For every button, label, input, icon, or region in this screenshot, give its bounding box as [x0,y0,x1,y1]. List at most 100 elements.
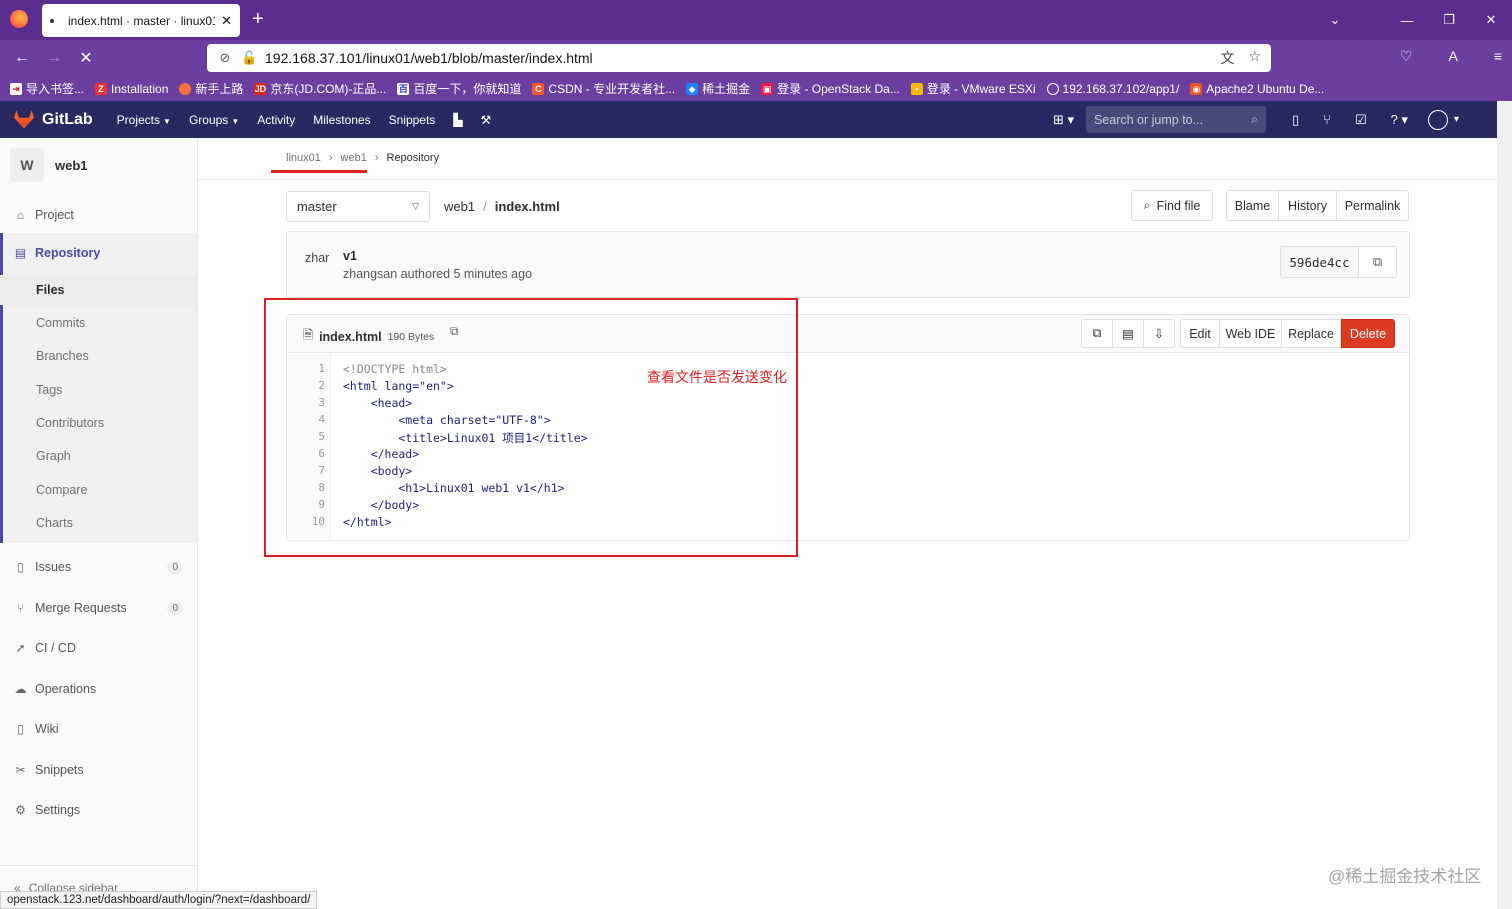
bookmark-item[interactable]: 百百度一下，你就知道 [397,80,521,97]
branch-dropdown[interactable]: master ▽ [286,191,430,222]
sidebar-sub-commits[interactable]: Commits [0,308,197,338]
breadcrumb-linux01[interactable]: linux01 [286,152,321,164]
plus-square-icon[interactable]: ⊞ ▾ [1053,112,1074,128]
ubuntu-icon: ◉ [1190,82,1203,95]
browser-tab[interactable]: index.html · master · linux01 / ✕ [42,4,240,37]
menu-milestones[interactable]: Milestones [313,113,370,127]
close-tab-icon[interactable]: ✕ [221,13,232,29]
project-name: web1 [55,157,88,173]
find-file-button[interactable]: ⌕ Find file [1131,190,1213,221]
stop-icon[interactable]: ✕ [70,48,102,68]
gitlab-brand: GitLab [42,110,93,128]
chart-icon[interactable]: ▙ [453,113,462,127]
firefox-logo-icon [10,10,28,28]
sidebar-item-operations[interactable]: ☁ Operations [0,674,197,704]
issues-icon[interactable]: ▯ [1292,112,1299,128]
firefox-icon [179,82,192,95]
sidebar-project-header[interactable]: W web1 [0,138,197,192]
web-ide-button[interactable]: Web IDE [1219,319,1282,348]
cloud-gear-icon: ☁ [14,682,27,696]
bookmark-item[interactable]: C CSDN - 专业开发者社... [532,80,675,97]
translate-icon[interactable]: 文 [1220,48,1234,68]
search-icon: ⌕ [1143,198,1151,212]
new-tab-button[interactable]: + [252,8,264,30]
url-bar[interactable]: ⊘ 🔓 192.168.37.101/linux01/web1/blob/mas… [207,44,1271,72]
copy-contents-icon[interactable]: ⧉ [1081,319,1113,348]
user-avatar[interactable] [1427,109,1448,130]
breadcrumb-repository[interactable]: Repository [387,152,440,164]
sidebar-sub-graph[interactable]: Graph [0,441,197,471]
todo-icon[interactable]: ☑ [1355,112,1367,128]
replace-button[interactable]: Replace [1281,319,1341,348]
back-icon[interactable]: ← [6,49,38,67]
bookmark-star-icon[interactable]: ☆ [1248,48,1261,68]
gitlab-logo[interactable]: GitLab [14,110,93,129]
delete-button[interactable]: Delete [1341,319,1395,348]
raw-file-icon[interactable]: ▤ [1112,319,1144,348]
menu-snippets[interactable]: Snippets [389,113,436,127]
search-input[interactable]: Search or jump to... ⌕ [1085,106,1266,133]
sidebar-item-project[interactable]: ⌂ Project [0,200,197,230]
extension-translate-icon[interactable]: A [1448,48,1457,65]
menu-activity[interactable]: Activity [257,113,295,127]
sidebar-item-cicd[interactable]: ➚ CI / CD [0,633,197,663]
menu-projects[interactable]: Projects ▼ [117,113,171,127]
bookmark-item[interactable]: ◉ Apache2 Ubuntu De... [1190,82,1324,96]
browser-tab-bar: index.html · master · linux01 / ✕ + ⌄ — … [0,0,1512,40]
page-scrollbar[interactable] [1497,101,1512,909]
path-file-name[interactable]: index.html [495,199,560,214]
bookmark-item[interactable]: ▣ 登录 - OpenStack Da... [761,80,900,97]
permalink-button[interactable]: Permalink [1336,190,1409,221]
app-menu-icon[interactable]: ≡ [1494,48,1502,65]
bookmark-item[interactable]: ⇥ 导入书签... [10,80,84,97]
commit-sha[interactable]: 596de4cc [1280,246,1359,278]
close-window-icon[interactable]: ✕ [1470,12,1512,28]
sidebar-sub-files[interactable]: Files [0,275,197,305]
insecure-lock-icon[interactable]: 🔓 [241,50,257,66]
menu-groups[interactable]: Groups ▼ [189,113,239,127]
tab-list-chevron-icon[interactable]: ⌄ [1314,12,1356,28]
bookmark-item[interactable]: 新手上路 [179,80,243,97]
sidebar-sub-compare[interactable]: Compare [0,475,197,505]
rocket-icon: ➚ [15,641,26,655]
project-avatar: W [10,148,44,182]
sidebar-sub-branches[interactable]: Branches [0,341,197,371]
wrench-icon[interactable]: ⚒ [481,113,492,127]
sidebar-item-snippets[interactable]: ✂ Snippets [0,755,197,785]
bookmark-item[interactable]: ▪ 登录 - VMware ESXi [910,80,1036,97]
sidebar-sub-tags[interactable]: Tags [0,375,197,405]
copy-sha-icon[interactable]: ⧉ [1359,246,1397,278]
sidebar-sub-contributors[interactable]: Contributors [0,408,197,438]
pocket-icon[interactable]: ♡ [1400,48,1413,65]
breadcrumb-web1[interactable]: web1 [341,152,367,164]
sidebar-item-wiki[interactable]: ▯ Wiki [0,714,197,744]
url-text[interactable]: 192.168.37.101/linux01/web1/blob/master/… [265,50,1220,66]
sidebar-item-merge-requests[interactable]: ⑂ Merge Requests 0 [0,593,197,623]
merge-request-icon[interactable]: ⑂ [1323,112,1331,127]
sidebar-sub-charts[interactable]: Charts [0,508,197,538]
download-icon[interactable]: ⇩ [1143,319,1175,348]
tracking-protection-icon[interactable]: ⊘ [217,50,233,66]
edit-button[interactable]: Edit [1180,319,1220,348]
minimize-icon[interactable]: — [1386,13,1428,28]
bookmark-item[interactable]: JD 京东(JD.COM)-正品... [254,80,386,97]
juejin-icon: ◆ [686,82,699,95]
sidebar-item-issues[interactable]: ▯ Issues 0 [0,552,197,582]
chevron-right-icon: › [374,152,379,164]
chevron-down-icon[interactable]: ▾ [1454,114,1459,125]
forward-icon[interactable]: → [38,49,70,67]
sidebar-item-settings[interactable]: ⚙ Settings [0,795,197,825]
history-button[interactable]: History [1278,190,1337,221]
bookmark-item[interactable]: ◆ 稀土掘金 [686,80,750,97]
restore-icon[interactable]: ❐ [1428,12,1470,28]
annotation-underline [271,170,367,173]
commit-author-avatar[interactable]: zhar [305,251,329,265]
blame-button[interactable]: Blame [1226,190,1279,221]
file-path: web1 / index.html [444,199,560,214]
commit-title[interactable]: v1 [343,249,357,263]
path-repo-link[interactable]: web1 [444,199,475,214]
bookmark-item[interactable]: Z Installation [95,82,168,96]
bookmark-item[interactable]: 192.168.37.102/app1/ [1046,82,1179,96]
sidebar-item-repository[interactable]: ▤ Repository [0,233,197,273]
help-icon[interactable]: ? ▾ [1391,112,1408,128]
